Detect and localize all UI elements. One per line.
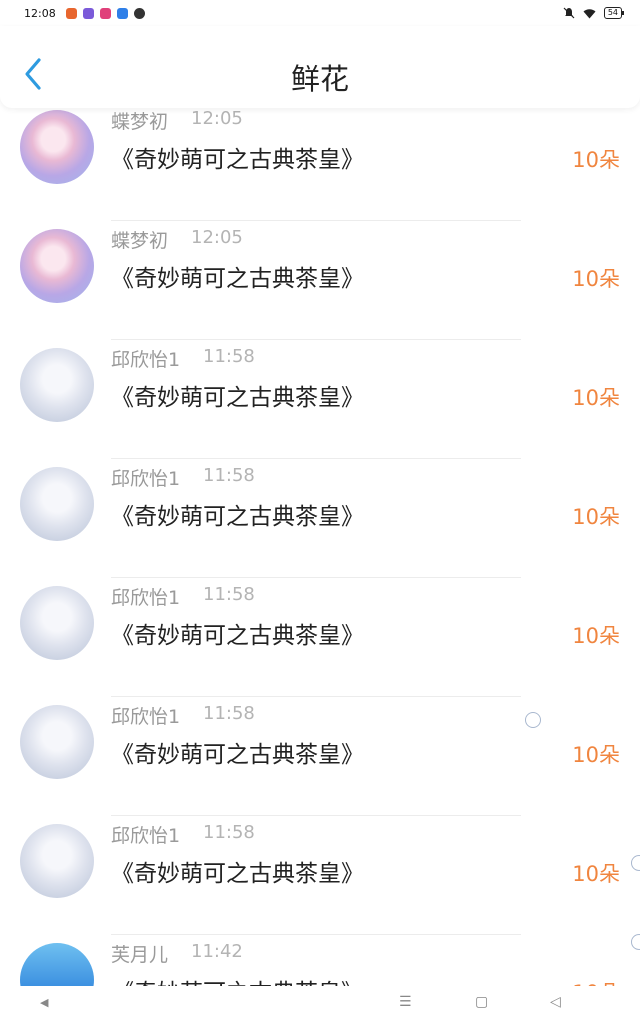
gift-message: 《奇妙萌可之古典茶皇》 — [111, 504, 364, 530]
floating-indicator — [525, 712, 541, 728]
flower-count: 10朵 — [572, 148, 620, 172]
status-bar: 12:08 54 — [0, 0, 640, 26]
list-item[interactable]: 邱欣怡1 11:58 《奇妙萌可之古典茶皇》 10朵 — [0, 578, 640, 697]
avatar[interactable] — [20, 943, 94, 986]
sender-name: 蝶梦初 — [111, 111, 169, 133]
timestamp: 12:05 — [191, 227, 243, 248]
timestamp: 12:05 — [191, 108, 243, 129]
list-item[interactable]: 邱欣怡1 11:58 《奇妙萌可之古典茶皇》 10朵 — [0, 459, 640, 578]
system-nav-bar: ◀ ☰ ▢ ◁ — [0, 986, 640, 1024]
flower-count: 10朵 — [572, 624, 620, 648]
gift-message: 《奇妙萌可之古典茶皇》 — [111, 385, 364, 411]
flower-count: 10朵 — [572, 743, 620, 767]
list-item[interactable]: 芙月儿 11:42 《奇妙萌可之古典茶皇》 10朵 — [0, 935, 640, 986]
back-icon[interactable]: ◁ — [550, 994, 561, 1010]
home-icon[interactable]: ▢ — [475, 994, 488, 1010]
avatar[interactable] — [20, 705, 94, 779]
avatar[interactable] — [20, 824, 94, 898]
flower-count: 10朵 — [572, 267, 620, 291]
flower-count: 10朵 — [572, 505, 620, 529]
nav-back-small-icon[interactable]: ◀ — [40, 996, 48, 1009]
timestamp: 11:58 — [203, 822, 255, 843]
gift-message: 《奇妙萌可之古典茶皇》 — [111, 266, 364, 292]
gift-message: 《奇妙萌可之古典茶皇》 — [111, 742, 364, 768]
flower-count: 10朵 — [572, 386, 620, 410]
sender-name: 邱欣怡1 — [111, 825, 181, 847]
status-right: 54 — [563, 7, 625, 19]
timestamp: 11:58 — [203, 465, 255, 486]
gift-message: 《奇妙萌可之古典茶皇》 — [111, 861, 364, 887]
gift-message: 《奇妙萌可之古典茶皇》 — [111, 623, 364, 649]
flower-count: 10朵 — [572, 977, 620, 986]
sender-name: 邱欣怡1 — [111, 468, 181, 490]
app-notification-icon — [99, 7, 111, 19]
page-title: 鲜花 — [290, 62, 349, 96]
avatar[interactable] — [20, 467, 94, 541]
notification-icons — [65, 7, 145, 19]
timestamp: 11:58 — [203, 703, 255, 724]
mute-icon — [563, 7, 575, 19]
sender-name: 蝶梦初 — [111, 230, 169, 252]
list-item[interactable]: 邱欣怡1 11:58 《奇妙萌可之古典茶皇》 10朵 — [0, 816, 640, 935]
sender-name: 邱欣怡1 — [111, 587, 181, 609]
timestamp: 11:42 — [191, 941, 243, 962]
avatar[interactable] — [20, 348, 94, 422]
flower-gift-list[interactable]: 蝶梦初 12:05 《奇妙萌可之古典茶皇》 10朵 蝶梦初 12:05 《奇妙萌可之古典茶皇… — [0, 108, 640, 986]
timestamp: 11:58 — [203, 346, 255, 367]
sender-name: 邱欣怡1 — [111, 349, 181, 371]
floating-indicator — [631, 855, 640, 871]
menu-icon[interactable]: ☰ — [399, 994, 412, 1010]
avatar[interactable] — [20, 229, 94, 303]
flower-count: 10朵 — [572, 862, 620, 886]
avatar[interactable] — [20, 586, 94, 660]
list-item[interactable]: 蝶梦初 12:05 《奇妙萌可之古典茶皇》 10朵 — [0, 108, 640, 221]
timestamp: 11:58 — [203, 584, 255, 605]
avatar[interactable] — [20, 110, 94, 184]
app-notification-icon — [116, 7, 128, 19]
sender-name: 邱欣怡1 — [111, 706, 181, 728]
gift-message: 《奇妙萌可之古典茶皇》 — [111, 973, 364, 986]
wechat-icon — [133, 7, 145, 19]
list-item[interactable]: 邱欣怡1 11:58 《奇妙萌可之古典茶皇》 10朵 — [0, 697, 640, 816]
app-notification-icon — [82, 7, 94, 19]
battery-icon: 54 — [603, 7, 625, 19]
list-item[interactable]: 蝶梦初 12:05 《奇妙萌可之古典茶皇》 10朵 — [0, 221, 640, 340]
header: 鲜花 — [0, 26, 640, 108]
status-time: 12:08 — [24, 6, 56, 20]
list-item[interactable]: 邱欣怡1 11:58 《奇妙萌可之古典茶皇》 10朵 — [0, 340, 640, 459]
sender-name: 芙月儿 — [111, 944, 169, 966]
app-notification-icon — [65, 7, 77, 19]
wifi-icon — [583, 8, 596, 18]
floating-indicator — [631, 934, 640, 950]
gift-message: 《奇妙萌可之古典茶皇》 — [111, 147, 364, 173]
